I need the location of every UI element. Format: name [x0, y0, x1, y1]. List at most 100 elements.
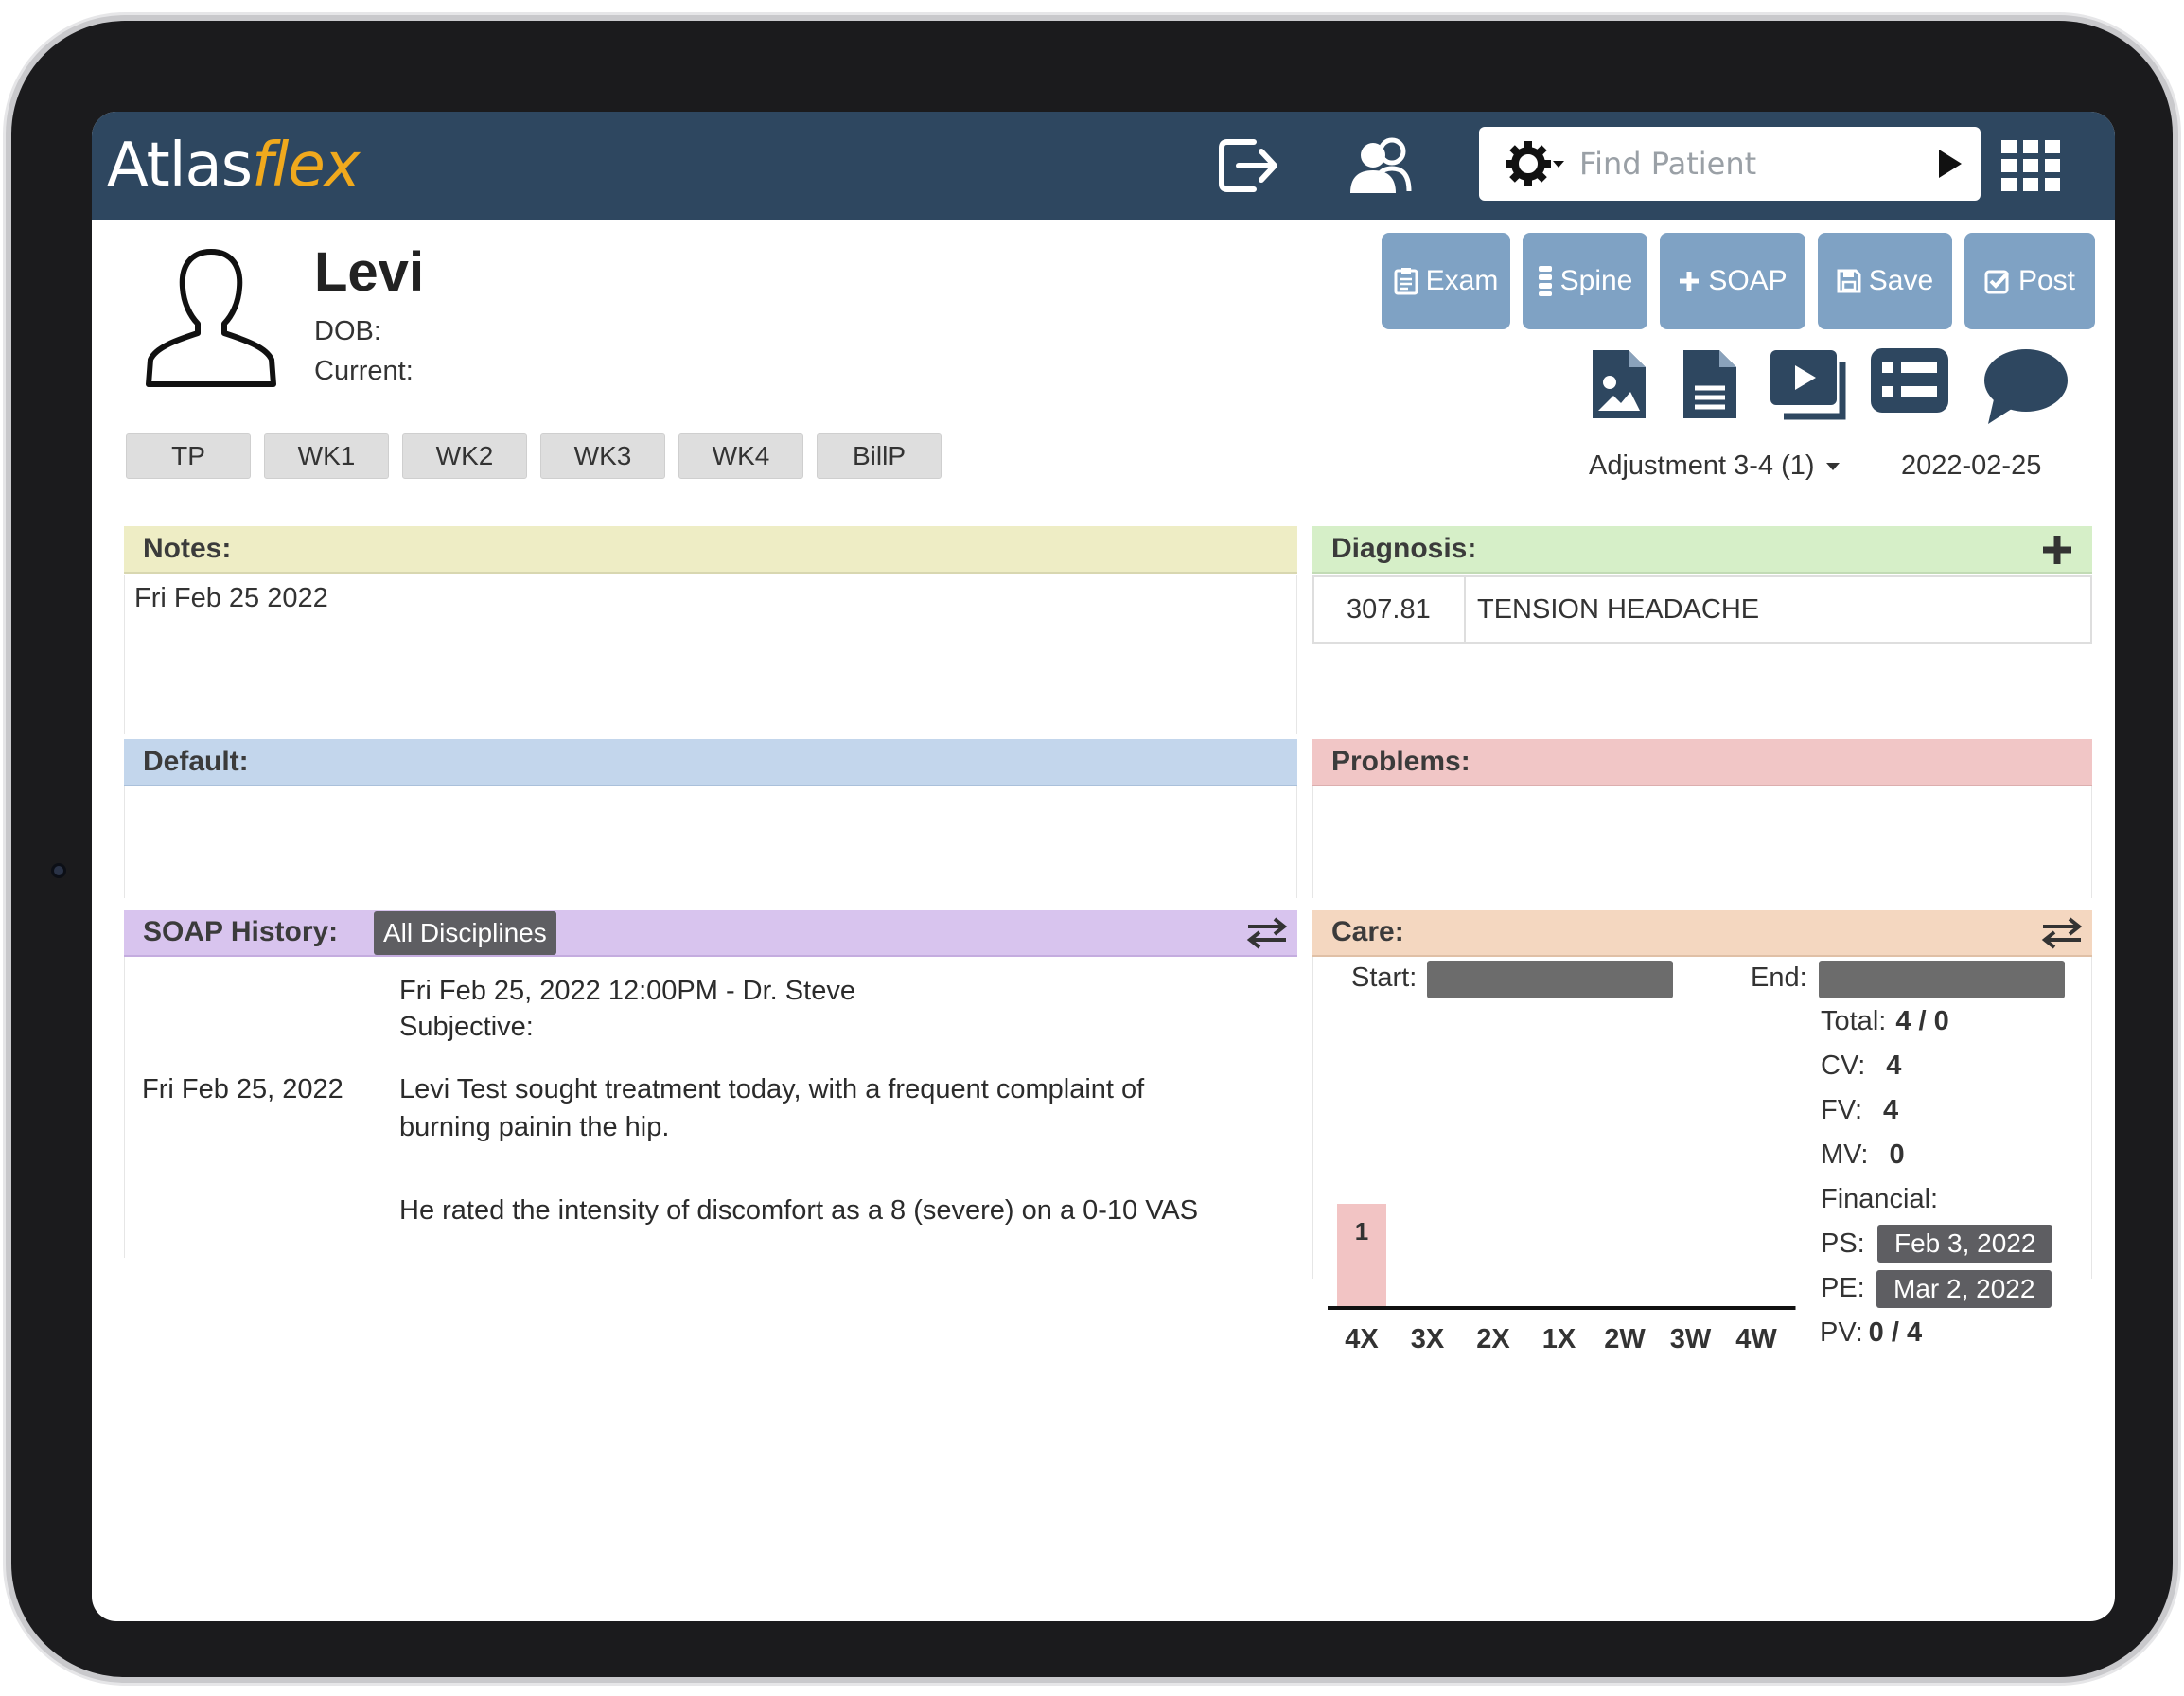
person-silhouette-icon	[143, 246, 279, 388]
diagnosis-header: Diagnosis:	[1312, 526, 2092, 574]
spine-button[interactable]: Spine	[1523, 233, 1647, 329]
soap-label: SOAP	[1708, 265, 1788, 296]
soap-history-body: Fri Feb 25, 2022 Fri Feb 25, 2022 12:00P…	[124, 957, 1297, 1258]
soap-entry-line3: He rated the intensity of discomfort as …	[399, 1195, 1199, 1226]
chart-tick-1x: 1X	[1542, 1324, 1576, 1352]
visit-type-dropdown[interactable]: Adjustment 3-4 (1)	[1589, 450, 1841, 482]
video-icon[interactable]	[1767, 346, 1852, 427]
problems-header: Problems:	[1312, 739, 2092, 786]
patient-name: Levi	[314, 241, 425, 303]
care-pe-value[interactable]: Mar 2, 2022	[1876, 1270, 2052, 1308]
soap-entry-line1: Levi Test sought treatment today, with a…	[399, 1074, 1145, 1104]
notes-body[interactable]: Fri Feb 25 2022	[124, 575, 1297, 734]
care-ps-label: PS:	[1821, 1228, 1865, 1259]
visit-date: 2022-02-25	[1901, 450, 2042, 481]
camera-dot	[51, 863, 66, 878]
default-body	[124, 786, 1297, 898]
chart-tick-3w: 3W	[1670, 1324, 1712, 1352]
soap-entry-header: Fri Feb 25, 2022 12:00PM - Dr. Steve	[399, 976, 855, 1006]
care-mv: MV: 0	[1821, 1140, 1905, 1171]
tab-wk2[interactable]: WK2	[402, 433, 527, 479]
care-total-value: 4 / 0	[1895, 1006, 1949, 1036]
post-label: Post	[2017, 265, 2076, 296]
sign-out-icon[interactable]	[1216, 132, 1282, 199]
top-navigation-bar: Atlas flex	[92, 112, 2115, 220]
image-file-icon[interactable]	[1589, 346, 1649, 427]
users-icon[interactable]	[1339, 132, 1418, 199]
exam-label: Exam	[1425, 265, 1499, 296]
care-cv: CV: 4	[1821, 1051, 1901, 1082]
discipline-filter[interactable]: All Disciplines	[374, 911, 556, 955]
care-end-label: End:	[1751, 963, 1807, 993]
care-total-label: Total:	[1821, 1006, 1887, 1036]
notes-text: Fri Feb 25 2022	[134, 583, 328, 613]
grid-icon[interactable]	[2001, 140, 2060, 196]
notes-title: Notes:	[143, 533, 232, 564]
current-label: Current:	[314, 356, 414, 386]
add-diagnosis-icon[interactable]	[2041, 534, 2073, 574]
tab-wk4[interactable]: WK4	[678, 433, 803, 479]
care-pv-value: 0 / 4	[1868, 1317, 1923, 1348]
chart-tick-4x: 4X	[1345, 1324, 1379, 1352]
tab-tp[interactable]: TP	[126, 433, 251, 479]
spine-icon	[1538, 266, 1552, 296]
care-mv-label: MV:	[1821, 1140, 1869, 1170]
diagnosis-description: TENSION HEADACHE	[1477, 593, 1760, 625]
document-icon[interactable]	[1680, 346, 1740, 427]
soap-history-title: SOAP History:	[143, 916, 339, 947]
list-icon[interactable]	[1869, 346, 1950, 419]
care-pv-label: PV:	[1820, 1317, 1863, 1348]
care-start-input[interactable]	[1427, 961, 1673, 998]
patient-search-bar	[1479, 127, 1981, 201]
care-start-label: Start:	[1351, 963, 1418, 993]
new-soap-button[interactable]: SOAP	[1660, 233, 1805, 329]
care-mv-value: 0	[1889, 1140, 1905, 1170]
tab-wk3[interactable]: WK3	[540, 433, 665, 479]
plan-tabs: TP WK1 WK2 WK3 WK4 BillP	[126, 433, 942, 479]
care-cv-value: 4	[1886, 1051, 1902, 1081]
tab-wk1[interactable]: WK1	[264, 433, 389, 479]
gear-icon[interactable]	[1506, 140, 1572, 187]
tab-billp[interactable]: BillP	[817, 433, 942, 479]
care-fv-value: 4	[1883, 1095, 1899, 1125]
caret-down-icon	[1825, 462, 1840, 470]
care-ps-value[interactable]: Feb 3, 2022	[1877, 1225, 2053, 1263]
diagnosis-code: 307.81	[1314, 577, 1466, 642]
diagnosis-title: Diagnosis:	[1331, 533, 1477, 564]
visit-type-value: Adjustment 3-4 (1)	[1589, 450, 1815, 481]
check-square-icon	[1984, 270, 2010, 294]
care-cv-label: CV:	[1821, 1051, 1866, 1081]
chart-bar-label-4x: 1	[1355, 1217, 1368, 1246]
default-title: Default:	[143, 746, 249, 777]
save-button[interactable]: Save	[1818, 233, 1952, 329]
diagnosis-row[interactable]: 307.81 TENSION HEADACHE	[1312, 575, 2092, 644]
care-fv: FV: 4	[1821, 1095, 1898, 1126]
care-title: Care:	[1331, 916, 1404, 947]
problems-body	[1312, 786, 2092, 898]
swap-icon[interactable]	[1246, 917, 1288, 957]
floppy-icon	[1837, 269, 1861, 293]
care-total: Total: 4 / 0	[1821, 1006, 1949, 1037]
atlasflex-logo[interactable]: Atlas flex	[107, 125, 361, 201]
soap-entry-date[interactable]: Fri Feb 25, 2022	[142, 1070, 343, 1108]
tablet-frame: Atlas flex Find Patient Levi DOB: Curren…	[11, 21, 2173, 1677]
post-button[interactable]: Post	[1964, 233, 2095, 329]
soap-entry-line2: burning painin the hip.	[399, 1112, 670, 1142]
play-icon[interactable]	[1935, 148, 1964, 185]
care-financial-label: Financial:	[1821, 1184, 1939, 1214]
care-header: Care:	[1312, 910, 2092, 957]
care-swap-icon[interactable]	[2041, 917, 2083, 957]
chart-tick-3x: 3X	[1411, 1324, 1445, 1352]
care-fv-label: FV:	[1821, 1095, 1863, 1125]
logo-accent: flex	[252, 131, 361, 201]
find-patient-input[interactable]	[1579, 135, 1901, 192]
exam-button[interactable]: Exam	[1382, 233, 1510, 329]
chart-tick-2x: 2X	[1476, 1324, 1510, 1352]
visit-frequency-chart: 1 4X 3X 2X 1X 2W 3W 4W	[1328, 1204, 1796, 1352]
care-pe-label: PE:	[1821, 1273, 1865, 1303]
chart-tick-2w: 2W	[1604, 1324, 1646, 1352]
care-end-input[interactable]	[1819, 961, 2065, 998]
chat-icon[interactable]	[1981, 346, 2070, 431]
app-screen: Atlas flex Find Patient Levi DOB: Curren…	[92, 112, 2115, 1621]
soap-history-header: SOAP History: All Disciplines	[124, 910, 1297, 957]
